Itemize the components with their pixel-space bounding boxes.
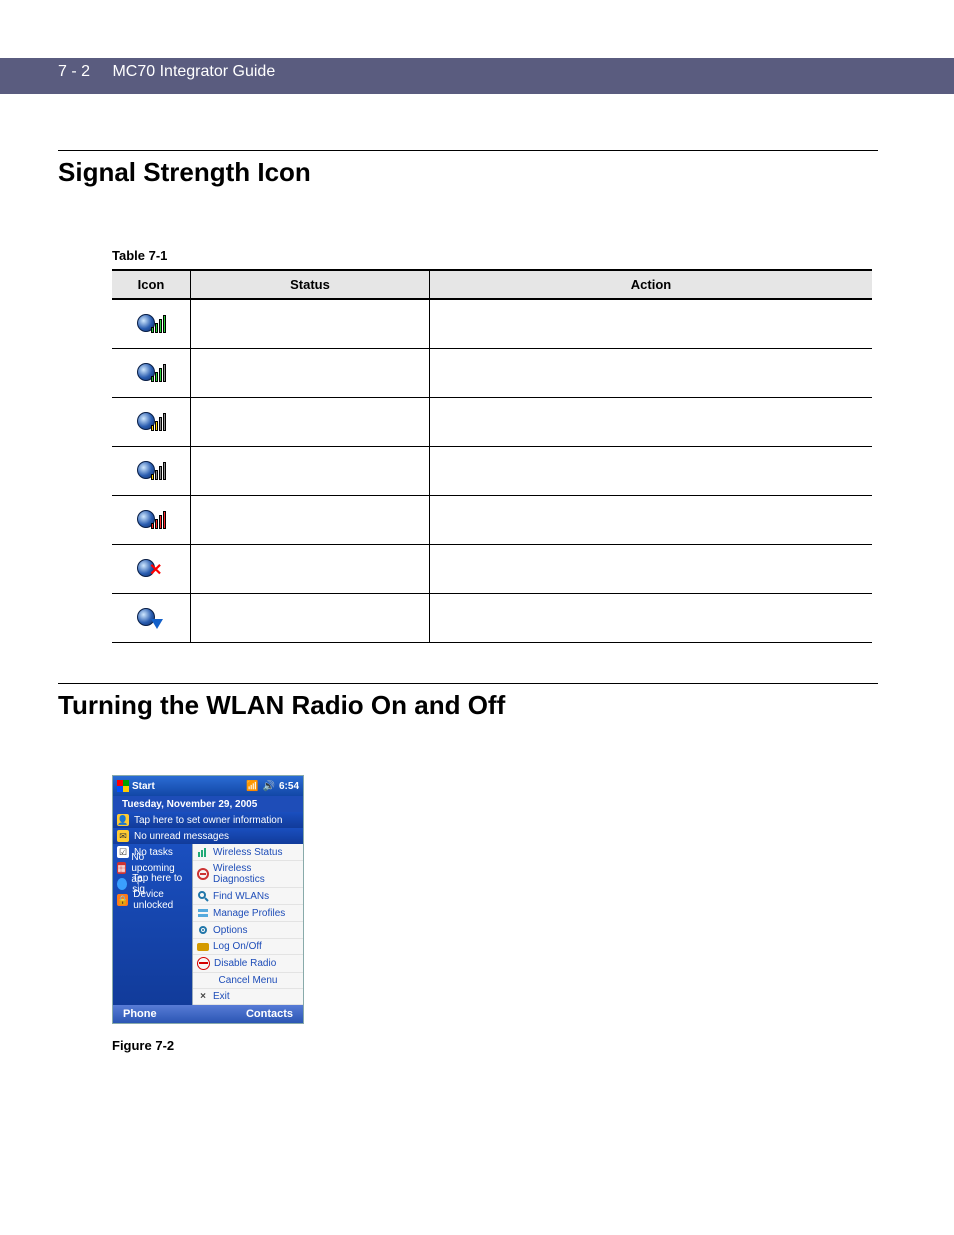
sync-icon (117, 878, 127, 890)
doc-title: MC70 Integrator Guide (112, 63, 275, 80)
key-icon (197, 943, 209, 951)
menu-cancel[interactable]: Cancel Menu (193, 973, 303, 989)
table-row (112, 299, 872, 349)
lock-icon: 🔒 (117, 894, 128, 906)
page-number: 7 - 2 (58, 63, 90, 80)
search-icon (197, 890, 209, 902)
col-status: Status (191, 270, 430, 299)
stop-icon (197, 957, 210, 970)
table-row (112, 349, 872, 398)
status-cell (191, 545, 430, 594)
task-icon: ☑ (117, 846, 129, 858)
status-cell (191, 299, 430, 349)
gear-icon (197, 924, 209, 936)
wireless-menu: Wireless Status Wireless Diagnostics Fin… (192, 844, 303, 1005)
table-row (112, 447, 872, 496)
action-cell (430, 496, 873, 545)
start-label[interactable]: Start (132, 781, 155, 792)
date-label: Tuesday, November 29, 2005 (122, 799, 257, 810)
menu-options[interactable]: Options (193, 922, 303, 939)
status-cell (191, 447, 430, 496)
menu-log-onoff[interactable]: Log On/Off (193, 939, 303, 955)
signal-1-icon (137, 458, 165, 480)
owner-icon: 👤 (117, 814, 129, 826)
status-cell (191, 594, 430, 643)
volume-icon[interactable]: 🔊 (263, 781, 275, 792)
table-caption: Table 7-1 (112, 248, 878, 263)
softkey-phone[interactable]: Phone (123, 1008, 157, 1020)
menu-find-wlans[interactable]: Find WLANs (193, 888, 303, 905)
status-cell (191, 398, 430, 447)
col-action: Action (430, 270, 873, 299)
signal-4-icon (137, 311, 165, 333)
signal-2-icon (137, 409, 165, 431)
menu-exit[interactable]: × Exit (193, 989, 303, 1005)
action-cell (430, 594, 873, 643)
action-cell (430, 349, 873, 398)
messages-row[interactable]: ✉ No unread messages (113, 828, 303, 844)
menu-manage-profiles[interactable]: Manage Profiles (193, 905, 303, 922)
table-row (112, 594, 872, 643)
diagnostics-icon (197, 868, 209, 880)
mail-icon: ✉ (117, 830, 129, 842)
section-heading: Signal Strength Icon (58, 157, 878, 188)
status-icon (197, 846, 209, 858)
list-item[interactable]: 🔒 Device unlocked (113, 892, 192, 908)
table-row (112, 398, 872, 447)
section-heading: Turning the WLAN Radio On and Off (58, 690, 878, 721)
windows-flag-icon (117, 780, 129, 792)
signal-3-icon (137, 360, 165, 382)
action-cell (430, 398, 873, 447)
menu-disable-radio[interactable]: Disable Radio (193, 955, 303, 973)
device-screenshot: Start 📶 🔊 6:54 Tuesday, November 29, 200… (112, 775, 304, 1024)
softkey-contacts[interactable]: Contacts (246, 1008, 293, 1020)
signal-0-icon (137, 507, 165, 529)
clock: 6:54 (279, 781, 299, 792)
figure-caption: Figure 7-2 (112, 1038, 878, 1053)
connectivity-icon[interactable]: 📶 (246, 781, 258, 792)
owner-row[interactable]: 👤 Tap here to set owner information (113, 812, 303, 828)
radio-disabled-icon (137, 605, 165, 627)
status-cell (191, 349, 430, 398)
menu-wireless-status[interactable]: Wireless Status (193, 844, 303, 861)
menu-wireless-diagnostics[interactable]: Wireless Diagnostics (193, 861, 303, 888)
close-icon: × (197, 991, 209, 1002)
col-icon: Icon (112, 270, 191, 299)
profiles-icon (197, 907, 209, 919)
action-cell (430, 545, 873, 594)
action-cell (430, 299, 873, 349)
radio-off-icon: ✕ (137, 556, 165, 578)
calendar-icon: ▦ (117, 862, 126, 874)
table-row: ✕ (112, 545, 872, 594)
action-cell (430, 447, 873, 496)
status-cell (191, 496, 430, 545)
signal-table: Icon Status Action (112, 269, 872, 643)
table-row (112, 496, 872, 545)
